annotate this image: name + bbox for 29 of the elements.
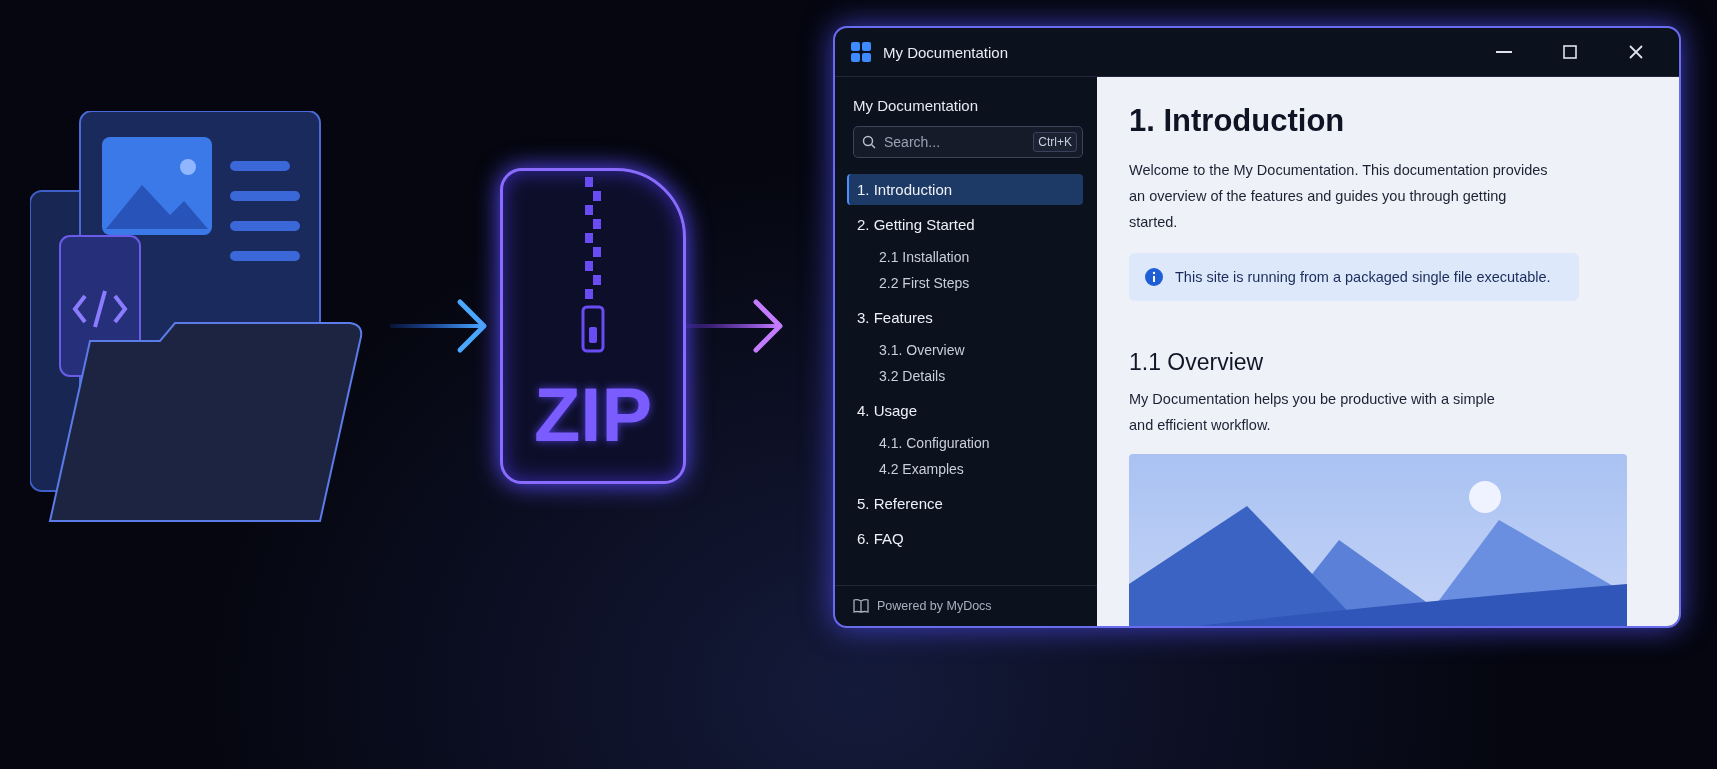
nav-item[interactable]: 4. Usage — [847, 395, 1083, 426]
section-heading: 1.1 Overview — [1129, 349, 1265, 376]
section-paragraph: My Documentation helps you be productive with a simple and efficient workflow. — [1129, 390, 1496, 435]
nav-subitem[interactable]: 3.1. Overview — [847, 337, 1083, 363]
zip-label: ZIP — [533, 371, 653, 458]
search-icon — [862, 135, 876, 149]
nav-subitem[interactable]: 4.2 Examples — [847, 456, 1083, 482]
nav-subitem[interactable]: 4.1. Configuration — [847, 430, 1083, 456]
nav-item[interactable]: 6. FAQ — [847, 523, 1083, 554]
intro-paragraph: Welcome to the My Documentation. This documentation provides an overview of the features and guides you through getting started. — [1129, 161, 1549, 232]
nav-item[interactable]: 5. Reference — [847, 488, 1083, 519]
maximize-icon[interactable] — [1563, 45, 1577, 59]
arrow-icon — [686, 296, 786, 356]
app-logo-icon — [851, 42, 871, 62]
sidebar-heading: My Documentation — [852, 97, 980, 114]
nav-subitem[interactable]: 2.1 Installation — [847, 244, 1083, 270]
nav-subitem[interactable]: 3.2 Details — [847, 363, 1083, 389]
nav-item[interactable]: 3. Features — [847, 302, 1083, 333]
close-icon[interactable] — [1629, 45, 1643, 59]
nav-item[interactable]: 1. Introduction — [847, 174, 1083, 205]
page-title: 1. Introduction — [1129, 103, 1346, 139]
window-title: My Documentation — [883, 43, 1010, 61]
info-icon — [1145, 268, 1163, 286]
shortcut-hint: Ctrl+K — [1033, 132, 1077, 152]
book-icon — [853, 599, 869, 613]
nav-subitem[interactable]: 2.2 First Steps — [847, 270, 1083, 296]
nav-item[interactable]: 2. Getting Started — [847, 209, 1083, 240]
note-text: This site is running from a packaged single file executable. — [1175, 269, 1551, 285]
footer-text: Powered by MyDocs — [877, 599, 992, 613]
